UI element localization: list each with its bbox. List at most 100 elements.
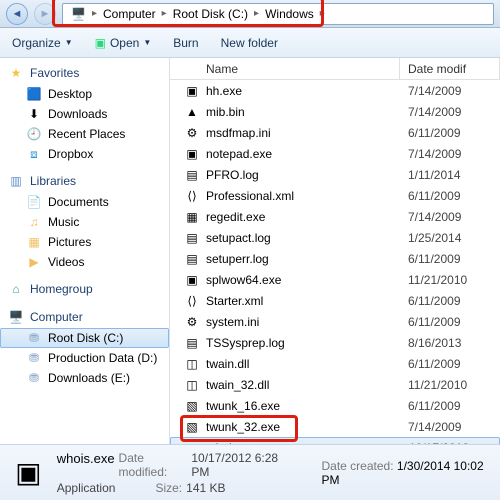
- homegroup-header[interactable]: ⌂Homegroup: [0, 278, 169, 300]
- sidebar-item-drive-d[interactable]: ⛃Production Data (D:): [0, 348, 169, 368]
- file-date: 10/17/2012: [401, 441, 469, 445]
- details-modified: 10/17/2012 6:28 PM: [191, 451, 287, 479]
- file-row[interactable]: ▲mib.bin7/14/2009: [170, 101, 500, 122]
- file-row[interactable]: ⟨⟩ Professional.xml6/11/2009: [170, 185, 500, 206]
- file-name: notepad.exe: [206, 147, 400, 161]
- libraries-header[interactable]: ▥Libraries: [0, 170, 169, 192]
- open-button[interactable]: ▣ Open ▼: [91, 33, 156, 53]
- file-date: 6/11/2009: [400, 189, 461, 203]
- file-date: 8/16/2013: [400, 336, 461, 350]
- details-created-label: Date created:: [322, 459, 394, 473]
- file-icon: ⟨⟩: [184, 293, 200, 309]
- sidebar-item-videos[interactable]: ▶Videos: [0, 252, 169, 272]
- details-pane: ▣ whois.exe Date modified: 10/17/2012 6:…: [0, 444, 500, 500]
- file-date: 6/11/2009: [400, 315, 461, 329]
- file-name: hh.exe: [206, 84, 400, 98]
- file-row[interactable]: ⚙msdfmap.ini6/11/2009: [170, 122, 500, 143]
- file-row[interactable]: ▤PFRO.log1/11/2014: [170, 164, 500, 185]
- back-button[interactable]: ◄: [6, 3, 28, 25]
- file-row[interactable]: ▤setupact.log1/25/2014: [170, 227, 500, 248]
- file-name: system.ini: [206, 315, 400, 329]
- burn-button[interactable]: Burn: [169, 33, 202, 53]
- file-name: setuperr.log: [206, 252, 400, 266]
- sidebar-item-desktop[interactable]: 🟦Desktop: [0, 84, 169, 104]
- sidebar-item-recent[interactable]: 🕘Recent Places: [0, 124, 169, 144]
- file-date: 6/11/2009: [400, 294, 461, 308]
- file-name: msdfmap.ini: [206, 126, 400, 140]
- chevron-down-icon: ▼: [65, 38, 73, 47]
- file-row[interactable]: ▤TSSysprep.log8/16/2013: [170, 332, 500, 353]
- chevron-right-icon: ▸: [92, 8, 97, 19]
- details-modified-label: Date modified:: [119, 451, 188, 479]
- column-date[interactable]: Date modif: [400, 58, 500, 79]
- file-row[interactable]: ▦regedit.exe7/14/2009: [170, 206, 500, 227]
- libraries-icon: ▥: [8, 173, 24, 189]
- titlebar: ◄ ► 🖥️ ▸ Computer ▸ Root Disk (C:) ▸ Win…: [0, 0, 500, 28]
- videos-icon: ▶: [26, 254, 42, 270]
- details-size: 141 KB: [186, 481, 225, 495]
- file-icon: ⚙: [184, 314, 200, 330]
- file-date: 1/25/2014: [400, 231, 461, 245]
- file-icon: ⚙: [184, 125, 200, 141]
- file-name: whois.exe: [207, 441, 401, 445]
- file-date: 6/11/2009: [400, 357, 461, 371]
- file-icon: ▧: [184, 419, 200, 435]
- file-row[interactable]: ◫ twain_32.dll11/21/2010: [170, 374, 500, 395]
- file-icon: ▣: [184, 83, 200, 99]
- details-size-label: Size:: [155, 481, 182, 495]
- sidebar-item-documents[interactable]: 📄Documents: [0, 192, 169, 212]
- file-name: regedit.exe: [206, 210, 400, 224]
- file-row[interactable]: ▣ whois.exe10/17/2012: [170, 437, 500, 444]
- breadcrumb-seg[interactable]: Computer: [99, 4, 160, 24]
- drive-icon: ⛃: [26, 370, 42, 386]
- file-icon: ▣: [184, 146, 200, 162]
- file-name: twunk_32.exe: [206, 420, 400, 434]
- file-row[interactable]: ▧twunk_16.exe6/11/2009: [170, 395, 500, 416]
- file-icon: ▦: [184, 209, 200, 225]
- file-date: 1/11/2014: [400, 168, 461, 182]
- file-icon: ▣: [185, 440, 201, 445]
- file-row[interactable]: ⚙ system.ini6/11/2009: [170, 311, 500, 332]
- computer-icon: 🖥️: [67, 4, 90, 24]
- new-folder-button[interactable]: New folder: [217, 33, 282, 53]
- file-icon: ◫: [184, 377, 200, 393]
- chevron-right-icon: ▸: [254, 8, 259, 19]
- file-name: twain_32.dll: [206, 378, 400, 392]
- file-date: 7/14/2009: [400, 84, 461, 98]
- column-headers: Name Date modif: [170, 58, 500, 80]
- file-row[interactable]: ▧twunk_32.exe7/14/2009: [170, 416, 500, 437]
- file-row[interactable]: ▣splwow64.exe11/21/2010: [170, 269, 500, 290]
- file-row[interactable]: ◫twain.dll6/11/2009: [170, 353, 500, 374]
- details-type: Application: [57, 481, 116, 495]
- column-name[interactable]: Name: [170, 58, 400, 79]
- file-row[interactable]: ▤setuperr.log6/11/2009: [170, 248, 500, 269]
- organize-button[interactable]: Organize ▼: [8, 33, 77, 53]
- file-row[interactable]: ▣notepad.exe7/14/2009: [170, 143, 500, 164]
- sidebar-item-dropbox[interactable]: ⧈Dropbox: [0, 144, 169, 164]
- file-row[interactable]: ▣ hh.exe7/14/2009: [170, 80, 500, 101]
- file-name: Professional.xml: [206, 189, 400, 203]
- sidebar-item-downloads[interactable]: ⬇Downloads: [0, 104, 169, 124]
- file-icon: ⟨⟩: [184, 188, 200, 204]
- file-date: 6/11/2009: [400, 252, 461, 266]
- file-date: 11/21/2010: [400, 378, 467, 392]
- breadcrumb-seg[interactable]: Root Disk (C:): [169, 4, 252, 24]
- file-name: splwow64.exe: [206, 273, 400, 287]
- dropbox-icon: ⧈: [26, 146, 42, 162]
- computer-icon: 🖥️: [8, 309, 24, 325]
- file-type-icon: ▣: [10, 453, 47, 493]
- forward-button[interactable]: ►: [34, 3, 56, 25]
- favorites-header[interactable]: ★Favorites: [0, 62, 169, 84]
- address-bar[interactable]: 🖥️ ▸ Computer ▸ Root Disk (C:) ▸ Windows…: [62, 3, 494, 25]
- sidebar-item-drive-c[interactable]: ⛃Root Disk (C:): [0, 328, 169, 348]
- sidebar-item-music[interactable]: ♫Music: [0, 212, 169, 232]
- file-date: 6/11/2009: [400, 399, 461, 413]
- pictures-icon: ▦: [26, 234, 42, 250]
- breadcrumb-seg[interactable]: Windows: [261, 4, 318, 24]
- sidebar-item-pictures[interactable]: ▦Pictures: [0, 232, 169, 252]
- file-icon: ▲: [184, 104, 200, 120]
- toolbar: Organize ▼ ▣ Open ▼ Burn New folder: [0, 28, 500, 58]
- file-row[interactable]: ⟨⟩Starter.xml6/11/2009: [170, 290, 500, 311]
- sidebar-item-drive-e[interactable]: ⛃Downloads (E:): [0, 368, 169, 388]
- computer-header[interactable]: 🖥️Computer: [0, 306, 169, 328]
